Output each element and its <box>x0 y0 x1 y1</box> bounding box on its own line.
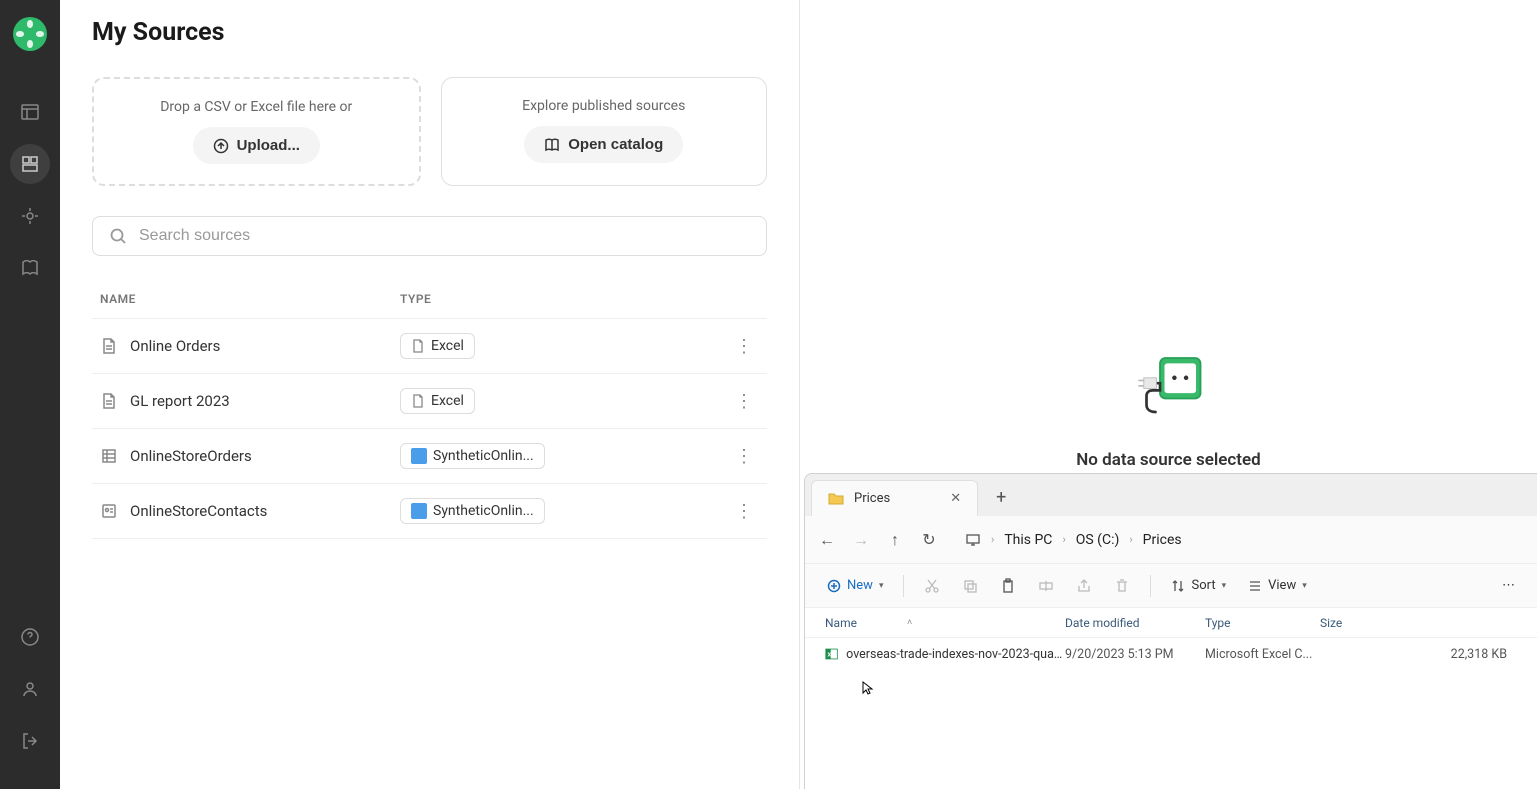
catalog-label: Explore published sources <box>458 98 751 114</box>
plug-illustration-icon <box>1124 340 1214 430</box>
search-icon <box>109 227 127 245</box>
book-icon <box>544 137 560 153</box>
search-input[interactable] <box>139 227 750 245</box>
copy-icon <box>962 578 978 594</box>
table-row[interactable]: OnlineStoreContacts SyntheticOnlin... ⋮ <box>92 484 767 539</box>
paste-button[interactable] <box>992 574 1024 598</box>
rename-icon <box>1038 578 1054 594</box>
more-button[interactable]: ⋯ <box>1494 574 1523 597</box>
app-logo <box>12 16 48 52</box>
sidebar-item-4[interactable] <box>10 248 50 288</box>
upload-card[interactable]: Drop a CSV or Excel file here or Upload.… <box>92 77 421 186</box>
file-icon <box>100 337 118 355</box>
column-date[interactable]: Date modified <box>1065 616 1205 630</box>
page-title: My Sources <box>92 18 767 47</box>
empty-state-text: No data source selected <box>1076 450 1260 470</box>
trash-icon <box>1114 578 1130 594</box>
view-button[interactable]: View ▾ <box>1240 574 1315 597</box>
table-row[interactable]: GL report 2023 Excel ⋮ <box>92 374 767 429</box>
sidebar <box>0 0 60 789</box>
explorer-tabs: Prices ✕ + <box>805 474 1537 516</box>
new-tab-button[interactable]: + <box>996 487 1006 516</box>
database-icon <box>100 447 118 465</box>
file-icon <box>411 394 425 408</box>
file-explorer-window: Prices ✕ + ← → ↑ ↻ › This PC › OS (C:) ›… <box>804 473 1537 789</box>
row-menu[interactable]: ⋮ <box>729 446 759 467</box>
file-icon <box>100 392 118 410</box>
share-button[interactable] <box>1068 574 1100 598</box>
mouse-cursor-icon <box>861 680 877 696</box>
catalog-card: Explore published sources Open catalog <box>441 77 768 186</box>
row-menu[interactable]: ⋮ <box>729 336 759 357</box>
file-icon <box>411 339 425 353</box>
folder-icon <box>828 491 844 507</box>
up-button[interactable]: ↑ <box>887 530 903 550</box>
explorer-tab[interactable]: Prices ✕ <box>811 480 978 516</box>
sidebar-item-sources[interactable] <box>10 144 50 184</box>
contacts-icon <box>100 502 118 520</box>
column-type[interactable]: Type <box>1205 616 1320 630</box>
rename-button[interactable] <box>1030 574 1062 598</box>
db-icon <box>411 448 427 464</box>
upload-label: Drop a CSV or Excel file here or <box>110 99 403 115</box>
upload-icon <box>213 138 229 154</box>
type-badge: Excel <box>400 388 475 414</box>
explorer-body: X overseas-trade-indexes-nov-2023-quarte… <box>805 638 1537 789</box>
new-button[interactable]: New ▾ <box>819 574 891 597</box>
sort-icon <box>1171 579 1185 593</box>
table-header: NAME TYPE <box>92 280 767 319</box>
row-menu[interactable]: ⋮ <box>729 391 759 412</box>
excel-file-icon: X <box>825 647 838 661</box>
back-button[interactable]: ← <box>819 530 835 550</box>
upload-button[interactable]: Upload... <box>193 127 320 164</box>
type-badge: SyntheticOnlin... <box>400 443 545 469</box>
breadcrumb-item[interactable]: Prices <box>1143 532 1182 548</box>
breadcrumbs[interactable]: › This PC › OS (C:) › Prices <box>965 532 1182 548</box>
catalog-button[interactable]: Open catalog <box>524 126 683 163</box>
header-type: TYPE <box>400 292 759 306</box>
share-icon <box>1076 578 1092 594</box>
sidebar-help[interactable] <box>10 617 50 657</box>
sidebar-item-1[interactable] <box>10 92 50 132</box>
refresh-button[interactable]: ↻ <box>921 530 937 549</box>
explorer-columns: Name˄ Date modified Type Size <box>805 608 1537 638</box>
close-tab-icon[interactable]: ✕ <box>950 491 961 506</box>
svg-text:X: X <box>827 652 831 658</box>
cut-icon <box>924 578 940 594</box>
sort-asc-icon: ˄ <box>907 617 912 628</box>
plus-circle-icon <box>827 579 841 593</box>
column-name[interactable]: Name˄ <box>825 616 1065 630</box>
explorer-nav: ← → ↑ ↻ › This PC › OS (C:) › Prices <box>805 516 1537 564</box>
sidebar-logout[interactable] <box>10 721 50 761</box>
column-size[interactable]: Size <box>1320 616 1537 630</box>
cut-button[interactable] <box>916 574 948 598</box>
db-icon <box>411 503 427 519</box>
explorer-toolbar: New ▾ Sort ▾ View ▾ ⋯ <box>805 564 1537 608</box>
row-menu[interactable]: ⋮ <box>729 501 759 522</box>
sidebar-user[interactable] <box>10 669 50 709</box>
main-panel: My Sources Drop a CSV or Excel file here… <box>60 0 800 789</box>
forward-button[interactable]: → <box>853 530 869 550</box>
sidebar-item-3[interactable] <box>10 196 50 236</box>
copy-button[interactable] <box>954 574 986 598</box>
view-icon <box>1248 579 1262 593</box>
type-badge: SyntheticOnlin... <box>400 498 545 524</box>
paste-icon <box>1000 578 1016 594</box>
type-badge: Excel <box>400 333 475 359</box>
pc-icon <box>965 532 981 548</box>
breadcrumb-item[interactable]: OS (C:) <box>1076 532 1120 548</box>
table-row[interactable]: Online Orders Excel ⋮ <box>92 319 767 374</box>
breadcrumb-item[interactable]: This PC <box>1004 532 1052 548</box>
right-panel: No data source selected <box>800 0 1537 470</box>
search-box[interactable] <box>92 216 767 256</box>
file-row[interactable]: X overseas-trade-indexes-nov-2023-quarte… <box>805 638 1537 670</box>
header-name: NAME <box>100 292 400 306</box>
delete-button[interactable] <box>1106 574 1138 598</box>
table-row[interactable]: OnlineStoreOrders SyntheticOnlin... ⋮ <box>92 429 767 484</box>
sort-button[interactable]: Sort ▾ <box>1163 574 1234 597</box>
